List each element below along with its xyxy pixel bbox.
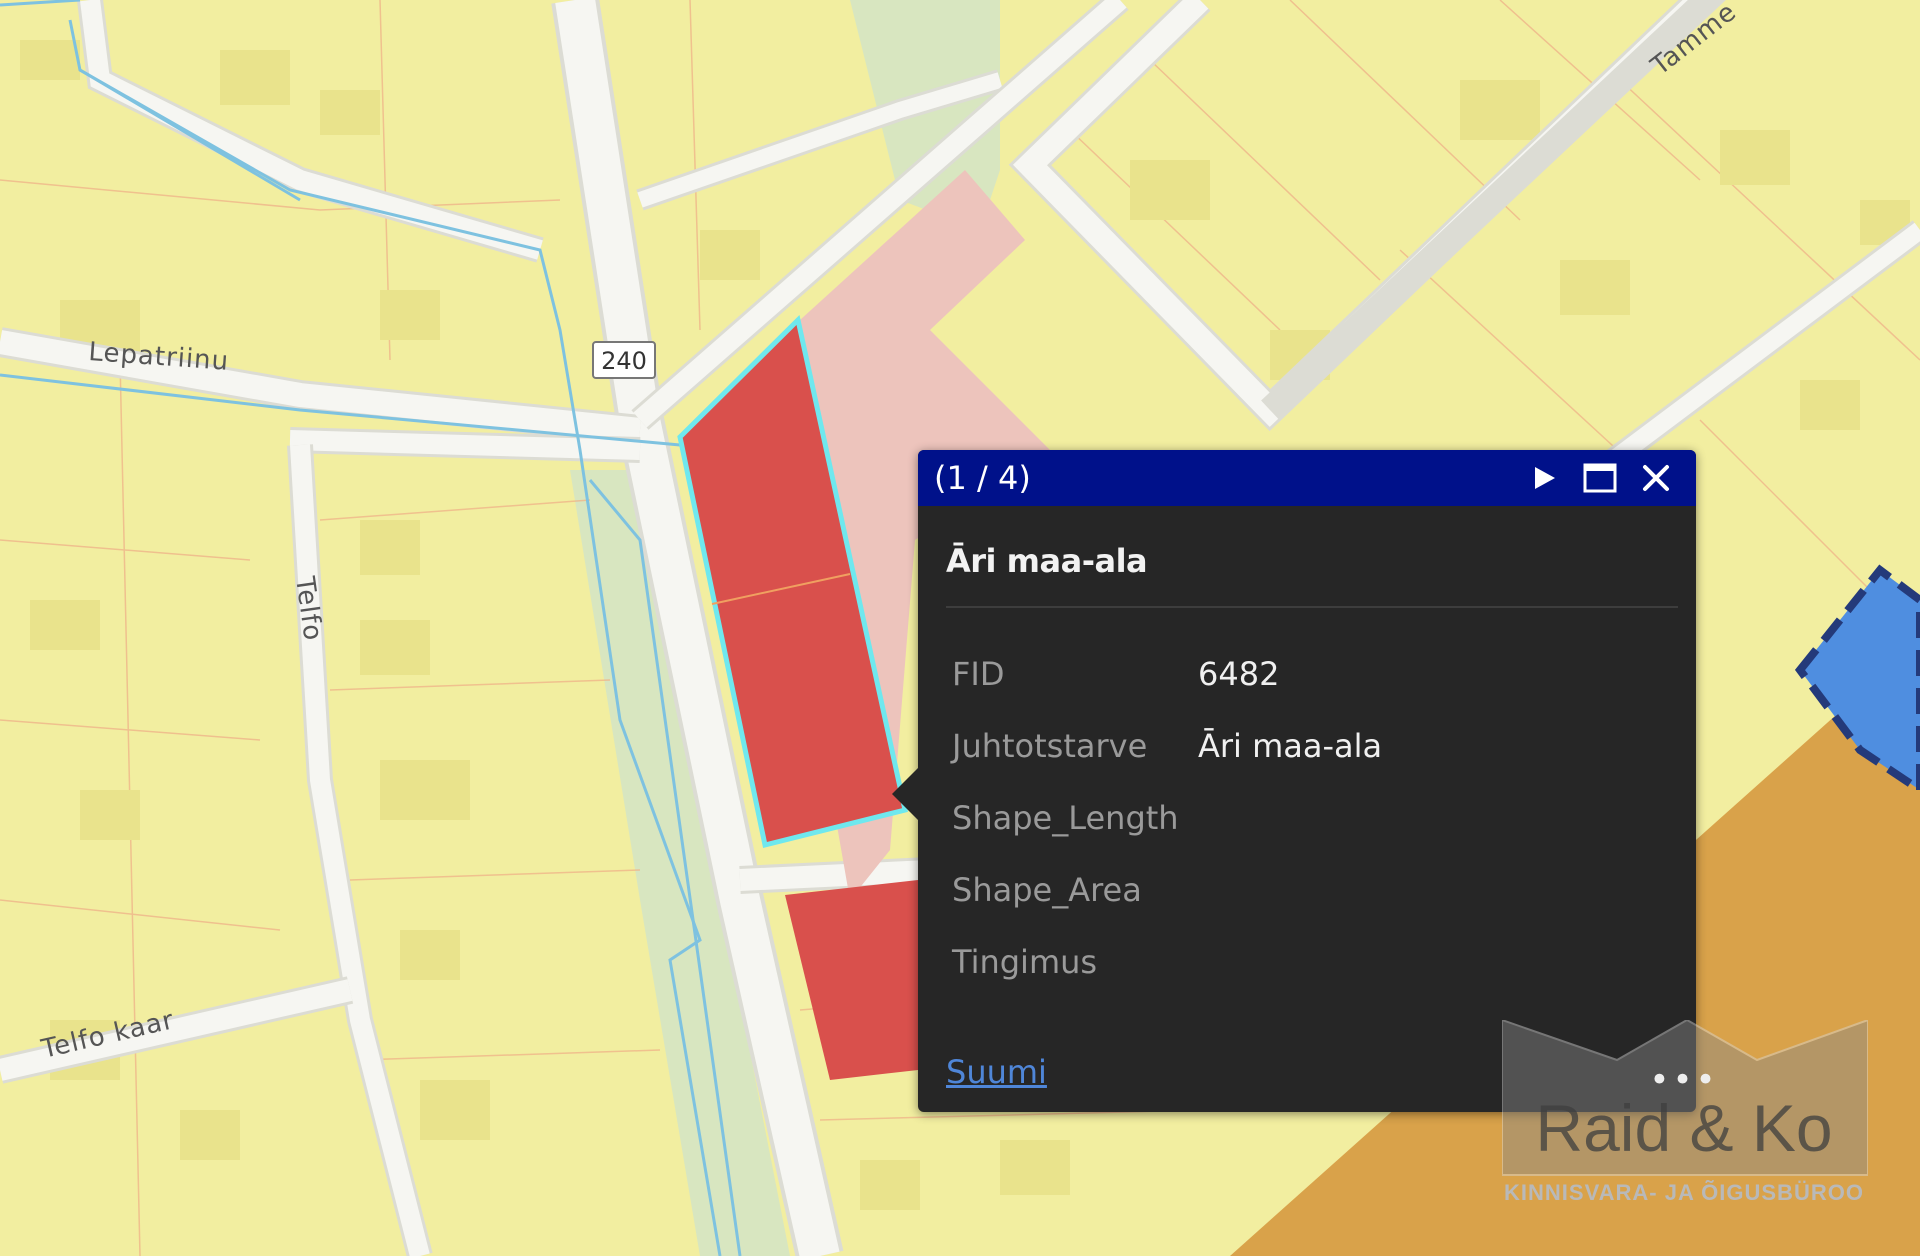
attribute-key: Shape_Area — [952, 871, 1142, 909]
attribute-value: Āri maa-ala — [1198, 727, 1383, 765]
attribute-row: FID 6482 — [952, 638, 1382, 710]
attribute-value: 6482 — [1198, 655, 1280, 693]
attribute-row: Shape_Area — [952, 854, 1382, 926]
play-icon — [1535, 467, 1555, 489]
close-button[interactable] — [1632, 454, 1680, 502]
attribute-row: Juhtotstarve Āri maa-ala — [952, 710, 1382, 782]
attribute-row: Shape_Length — [952, 782, 1382, 854]
watermark-subtitle: KINNISVARA- JA ÕIGUSBÜROO — [1504, 1180, 1864, 1205]
attribute-key: Tingimus — [952, 943, 1098, 981]
feature-popup: (1 / 4) Āri maa-ala FID 6482 Juhtotstarv… — [892, 450, 1696, 1112]
attribute-table: FID 6482 Juhtotstarve Āri maa-ala Shape_… — [952, 638, 1382, 998]
attribute-value — [1198, 782, 1382, 854]
attribute-row: Tingimus — [952, 926, 1382, 998]
close-icon — [1643, 465, 1669, 491]
road-shield: 240 — [592, 341, 656, 379]
attribute-key: Shape_Length — [952, 799, 1179, 837]
maximize-icon — [1583, 463, 1617, 493]
zoom-link[interactable]: Suumi — [946, 1053, 1047, 1091]
maximize-button[interactable] — [1576, 454, 1624, 502]
road-shield-number: 240 — [601, 347, 647, 375]
watermark-logo: ••• Raid & Ko KINNISVARA- JA ÕIGUSBÜROO — [1498, 1020, 1870, 1220]
next-feature-button[interactable] — [1520, 454, 1568, 502]
watermark-name: Raid & Ko — [1535, 1091, 1833, 1165]
attribute-key: Juhtotstarve — [952, 727, 1148, 765]
attribute-value — [1198, 854, 1382, 926]
popup-header: (1 / 4) — [918, 450, 1696, 506]
popup-counter: (1 / 4) — [934, 459, 1031, 497]
popup-title: Āri maa-ala — [946, 542, 1148, 580]
popup-divider — [946, 606, 1678, 608]
attribute-key: FID — [952, 655, 1005, 693]
attribute-value — [1198, 926, 1382, 998]
